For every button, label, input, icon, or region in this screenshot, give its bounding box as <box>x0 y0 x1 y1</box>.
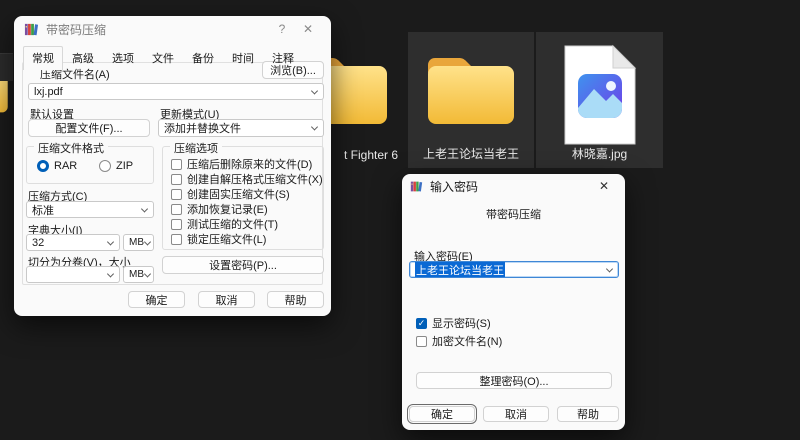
tab-options[interactable]: 选项 <box>103 46 143 69</box>
help-icon[interactable]: ? <box>269 22 295 36</box>
checkbox-label: 加密文件名(N) <box>432 333 502 349</box>
show-password-checkbox[interactable]: ✓ 显示密码(S) <box>416 315 491 331</box>
tab-files[interactable]: 文件 <box>143 46 183 69</box>
checkbox-label: 锁定压缩文件(L) <box>187 231 266 247</box>
chevron-down-icon <box>144 238 151 245</box>
checkbox-icon <box>171 204 182 215</box>
dialog-title: 输入密码 <box>430 178 478 195</box>
close-icon[interactable]: ✕ <box>591 179 617 193</box>
tab-advanced[interactable]: 高级 <box>63 46 103 69</box>
dialog-title: 带密码压缩 <box>46 21 106 38</box>
split-volumes-combobox[interactable] <box>26 266 120 283</box>
radio-label: ZIP <box>116 160 133 172</box>
checkbox-lock[interactable]: 锁定压缩文件(L) <box>171 231 266 247</box>
checkbox-delete-after[interactable]: 压缩后删除原来的文件(D) <box>171 156 312 172</box>
file-tile-laowang-folder[interactable]: 上老王论坛当老王 <box>408 32 534 168</box>
archive-name-combobox[interactable]: lxj.pdf <box>28 83 324 100</box>
dictionary-unit-value: MB <box>129 237 144 248</box>
chevron-down-icon <box>606 265 613 272</box>
password-dialog-titlebar[interactable]: 输入密码 ✕ <box>402 174 625 198</box>
desktop-background: t Fighter 6 上老王论坛当老王 <box>0 0 800 440</box>
checkbox-label: 显示密码(S) <box>432 315 491 331</box>
winrar-icon <box>24 22 39 37</box>
cancel-button[interactable]: 取消 <box>483 406 549 422</box>
archive-name-value: lxj.pdf <box>34 86 63 98</box>
tab-comment[interactable]: 注释 <box>263 46 303 69</box>
tab-bar: 常规 高级 选项 文件 备份 时间 注释 <box>23 46 303 69</box>
password-dialog-subtitle: 带密码压缩 <box>402 206 625 222</box>
archive-format-group: 压缩文件格式 RAR ZIP <box>26 146 154 184</box>
partial-thumbnail <box>0 53 13 81</box>
encrypt-filenames-checkbox[interactable]: 加密文件名(N) <box>416 333 502 349</box>
method-combobox[interactable]: 标准 <box>26 201 154 218</box>
checkbox-label: 测试压缩的文件(T) <box>187 216 278 232</box>
dictionary-value: 32 <box>32 237 44 249</box>
password-input[interactable]: 上老王论坛当老王 <box>409 261 619 278</box>
method-value: 标准 <box>32 202 54 218</box>
radio-label: RAR <box>54 160 77 172</box>
ok-button[interactable]: 确定 <box>128 291 185 308</box>
folder-icon <box>408 44 534 130</box>
chevron-down-icon <box>107 238 114 245</box>
winrar-icon <box>410 180 423 193</box>
image-file-icon <box>536 44 663 146</box>
password-dialog: 输入密码 ✕ 带密码压缩 输入密码(E) 上老王论坛当老王 ✓ 显示密码(S) … <box>402 174 625 430</box>
profiles-button[interactable]: 配置文件(F)... <box>28 119 150 137</box>
chevron-down-icon <box>144 270 151 277</box>
chevron-down-icon <box>107 270 114 277</box>
help-button[interactable]: 帮助 <box>267 291 324 308</box>
dictionary-unit-combobox[interactable]: MB <box>123 234 154 251</box>
checkbox-solid[interactable]: 创建固实压缩文件(S) <box>171 186 290 202</box>
checkbox-icon <box>171 159 182 170</box>
ok-button[interactable]: 确定 <box>409 406 475 422</box>
password-input-value: 上老王论坛当老王 <box>415 262 505 278</box>
help-button[interactable]: 帮助 <box>557 406 619 422</box>
tab-time[interactable]: 时间 <box>223 46 263 69</box>
chevron-down-icon <box>141 205 148 212</box>
archive-format-group-label: 压缩文件格式 <box>34 140 108 156</box>
checkbox-recovery[interactable]: 添加恢复记录(E) <box>171 201 268 217</box>
tab-backup[interactable]: 备份 <box>183 46 223 69</box>
file-label: 上老王论坛当老王 <box>408 145 534 162</box>
chevron-down-icon <box>311 123 318 130</box>
checkbox-icon <box>171 234 182 245</box>
split-unit-combobox[interactable]: MB <box>123 266 154 283</box>
format-radio-zip[interactable]: ZIP <box>99 160 133 172</box>
radio-icon <box>37 160 49 172</box>
organize-passwords-button[interactable]: 整理密码(O)... <box>416 372 612 389</box>
checkbox-label: 创建固实压缩文件(S) <box>187 186 290 202</box>
file-label: t Fighter 6 <box>344 148 407 162</box>
format-radio-rar[interactable]: RAR <box>37 160 77 172</box>
compress-dialog-titlebar[interactable]: 带密码压缩 ? ✕ <box>14 16 331 42</box>
checkbox-label: 创建自解压格式压缩文件(X) <box>187 171 323 187</box>
compress-dialog: 带密码压缩 ? ✕ 常规 高级 选项 文件 备份 时间 注释 压缩文件名(A) … <box>14 16 331 316</box>
checkbox-icon <box>171 219 182 230</box>
cancel-button[interactable]: 取消 <box>198 291 255 308</box>
file-tile-image[interactable]: 林晓嘉.jpg <box>536 32 663 168</box>
checkbox-icon <box>171 189 182 200</box>
update-mode-value: 添加并替换文件 <box>164 120 241 136</box>
set-password-button[interactable]: 设置密码(P)... <box>162 256 324 274</box>
update-mode-combobox[interactable]: 添加并替换文件 <box>158 119 324 137</box>
compression-options-group-label: 压缩选项 <box>170 140 222 156</box>
checkbox-test[interactable]: 测试压缩的文件(T) <box>171 216 278 232</box>
dictionary-combobox[interactable]: 32 <box>26 234 120 251</box>
close-icon[interactable]: ✕ <box>295 22 321 36</box>
split-unit-value: MB <box>129 269 144 280</box>
checkbox-icon <box>416 336 427 347</box>
tab-general[interactable]: 常规 <box>23 46 63 70</box>
chevron-down-icon <box>311 87 318 94</box>
checkbox-sfx[interactable]: 创建自解压格式压缩文件(X) <box>171 171 323 187</box>
checkbox-icon <box>171 174 182 185</box>
file-label: 林晓嘉.jpg <box>536 145 663 162</box>
checkbox-checked-icon: ✓ <box>416 318 427 329</box>
radio-icon <box>99 160 111 172</box>
compression-options-group: 压缩选项 压缩后删除原来的文件(D) 创建自解压格式压缩文件(X) 创建固实压缩… <box>162 146 324 250</box>
checkbox-label: 压缩后删除原来的文件(D) <box>187 156 312 172</box>
checkbox-label: 添加恢复记录(E) <box>187 201 268 217</box>
